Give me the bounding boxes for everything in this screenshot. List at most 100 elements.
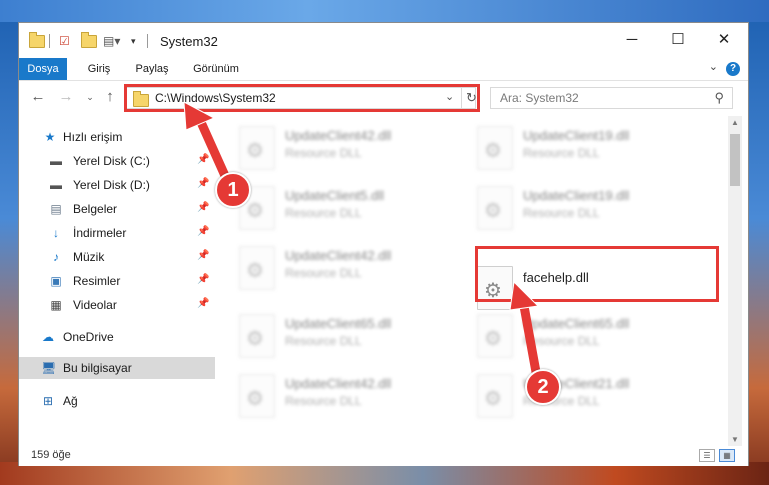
sidebar-item-network[interactable]: ⊞ Ağ (19, 390, 215, 412)
file-type: Resource DLL (285, 266, 362, 280)
gear-icon: ⚙ (484, 388, 502, 410)
recent-locations-chevron-icon[interactable]: ⌄ (81, 88, 99, 106)
sidebar-item-label: Belgeler (73, 202, 118, 216)
pin-icon[interactable]: 📌 (197, 154, 209, 165)
dll-file-icon: ⚙ (477, 186, 513, 230)
vertical-scrollbar[interactable]: ▲ ▼ (728, 116, 742, 446)
forward-arrow-icon[interactable]: → (57, 88, 75, 106)
view-options-icon[interactable]: ▤▾ (103, 33, 120, 49)
gear-icon: ⚙ (246, 200, 264, 222)
file-name: UpdateClient65.dll (523, 316, 630, 331)
window-title: System32 (160, 34, 218, 49)
sidebar-item-videos[interactable]: ▦ Videolar 📌 (19, 294, 215, 316)
close-button[interactable]: ✕ (701, 29, 747, 51)
sidebar-item-local-disk-d[interactable]: ▬ Yerel Disk (D:) 📌 (19, 174, 215, 196)
sidebar-item-quick-access[interactable]: ★ Hızlı erişim (19, 126, 215, 148)
tab-share[interactable]: Paylaş (131, 58, 173, 80)
pin-icon[interactable]: 📌 (197, 178, 209, 189)
file-name: UpdateClient19.dll (523, 188, 630, 203)
item-count: 159 öğe (31, 449, 71, 461)
navigation-bar: ← → ⌄ ↑ C:\Windows\System32 ⌄ ↻ Ara: Sys… (19, 80, 748, 116)
status-bar: 159 öğe ☰ ▦ (19, 446, 748, 466)
maximize-button[interactable]: ☐ (655, 29, 701, 51)
search-placeholder[interactable]: Ara: System32 (500, 91, 579, 105)
up-arrow-icon[interactable]: ↑ (101, 88, 119, 106)
quick-access-separator (49, 33, 50, 49)
pictures-icon: ▣ (50, 274, 62, 288)
back-arrow-icon[interactable]: ← (29, 88, 47, 106)
file-highlight-box (475, 246, 719, 302)
tab-home[interactable]: Giriş (81, 58, 117, 80)
drive-icon: ▬ (50, 178, 62, 192)
file-item[interactable]: ⚙ UpdateClient65.dll Resource DLL (453, 312, 683, 364)
sidebar-item-this-pc[interactable]: 🖥 Bu bilgisayar (19, 357, 215, 379)
dll-file-icon: ⚙ (477, 126, 513, 170)
file-item[interactable]: ⚙ UpdateClient65.dll Resource DLL (215, 312, 445, 364)
file-name: UpdateClient5.dll (285, 188, 385, 203)
gear-icon: ⚙ (484, 328, 502, 350)
file-type: Resource DLL (285, 394, 362, 408)
sidebar-item-onedrive[interactable]: ☁ OneDrive (19, 326, 215, 348)
tab-view[interactable]: Görünüm (187, 58, 245, 80)
sidebar-item-local-disk-c[interactable]: ▬ Yerel Disk (C:) 📌 (19, 150, 215, 172)
dll-file-icon: ⚙ (239, 374, 275, 418)
gear-icon: ⚙ (484, 140, 502, 162)
help-icon[interactable]: ? (726, 62, 740, 76)
file-type: Resource DLL (285, 334, 362, 348)
video-icon: ▦ (50, 298, 62, 312)
dll-file-icon: ⚙ (239, 314, 275, 358)
file-type: Resource DLL (523, 206, 600, 220)
file-item[interactable]: ⚙ UpdateClient19.dll Resource DLL (453, 124, 683, 176)
pin-icon[interactable]: 📌 (197, 298, 209, 309)
customize-toolbar-icon[interactable]: ▾ (131, 33, 136, 49)
download-icon: ↓ (53, 226, 59, 240)
search-box[interactable]: Ara: System32 ⚲ (490, 87, 733, 109)
file-name: UpdateClient42.dll (285, 376, 392, 391)
computer-icon: 🖥 (41, 361, 57, 375)
file-item[interactable]: ⚙ UpdateClient19.dll Resource DLL (453, 184, 683, 236)
sidebar-item-label: OneDrive (63, 330, 114, 344)
sidebar-item-label: Yerel Disk (D:) (73, 178, 150, 192)
pin-icon[interactable]: 📌 (197, 226, 209, 237)
gear-icon: ⚙ (484, 200, 502, 222)
large-icons-view-icon[interactable]: ▦ (719, 449, 735, 462)
file-name: UpdateClient65.dll (285, 316, 392, 331)
sidebar-item-downloads[interactable]: ↓ İndirmeler 📌 (19, 222, 215, 244)
gear-icon: ⚙ (246, 140, 264, 162)
file-name: UpdateClient19.dll (523, 128, 630, 143)
new-folder-icon[interactable] (81, 31, 97, 49)
tab-file[interactable]: Dosya (19, 58, 67, 80)
scroll-down-icon[interactable]: ▼ (728, 435, 742, 444)
expand-ribbon-chevron-icon[interactable]: ⌄ (709, 60, 718, 73)
sidebar-item-label: Hızlı erişim (63, 130, 123, 144)
minimize-button[interactable]: ─ (609, 29, 655, 51)
pin-icon[interactable]: 📌 (197, 274, 209, 285)
file-item[interactable]: ⚙ UpdateClient42.dll Resource DLL (215, 124, 445, 176)
file-item[interactable]: ⚙ UpdateClient42.dll Resource DLL (215, 244, 445, 296)
file-type: Resource DLL (285, 146, 362, 160)
documents-icon: ▤ (50, 202, 62, 216)
sidebar-item-label: Yerel Disk (C:) (73, 154, 150, 168)
file-list: ⚙ UpdateClient42.dll Resource DLL ⚙ Upda… (215, 116, 727, 436)
drive-icon: ▬ (50, 154, 62, 168)
scrollbar-thumb[interactable] (730, 134, 740, 186)
callout-step-2: 2 (525, 369, 561, 405)
properties-icon[interactable]: ☑ (59, 33, 70, 49)
file-item[interactable]: ⚙ UpdateClient21.dll Resource DLL (453, 372, 683, 424)
file-item[interactable]: ⚙ UpdateClient42.dll Resource DLL (215, 372, 445, 424)
details-view-icon[interactable]: ☰ (699, 449, 715, 462)
pin-icon[interactable]: 📌 (197, 202, 209, 213)
file-name: UpdateClient42.dll (285, 248, 392, 263)
sidebar-item-pictures[interactable]: ▣ Resimler 📌 (19, 270, 215, 292)
sidebar-item-music[interactable]: ♪ Müzik 📌 (19, 246, 215, 268)
sidebar-item-label: Ağ (63, 394, 78, 408)
dll-file-icon: ⚙ (477, 374, 513, 418)
search-icon[interactable]: ⚲ (714, 90, 724, 106)
sidebar-item-documents[interactable]: ▤ Belgeler 📌 (19, 198, 215, 220)
navigation-pane: ★ Hızlı erişim ▬ Yerel Disk (C:) 📌 ▬ Yer… (19, 116, 215, 426)
scroll-up-icon[interactable]: ▲ (728, 118, 742, 127)
pin-icon[interactable]: 📌 (197, 250, 209, 261)
file-type: Resource DLL (285, 206, 362, 220)
dll-file-icon: ⚙ (477, 314, 513, 358)
dll-file-icon: ⚙ (239, 246, 275, 290)
